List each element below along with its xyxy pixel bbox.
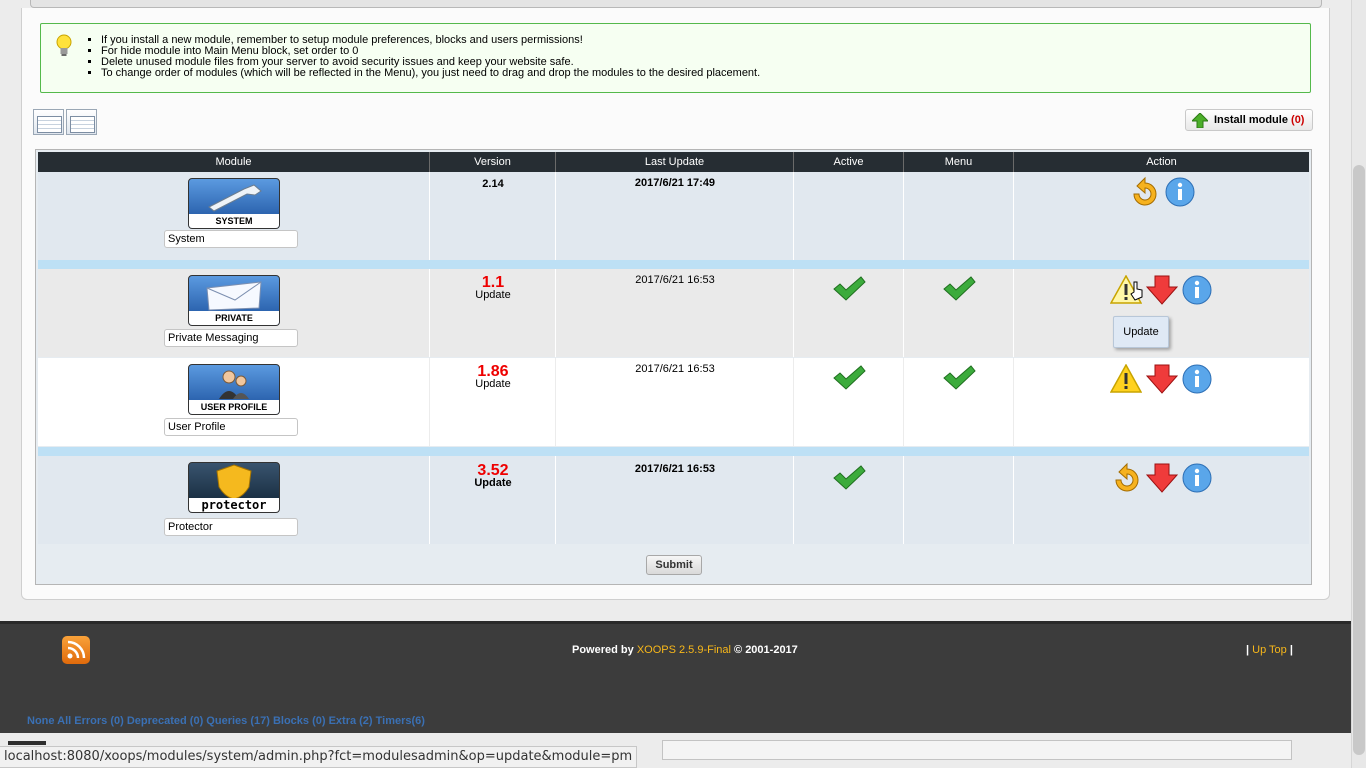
update-tooltip: Update (1113, 316, 1169, 348)
footer: Powered by XOOPS 2.5.9-Final © 2001-2017… (0, 621, 1351, 733)
tips-box: If you install a new module, remember to… (40, 23, 1311, 93)
header-last-update: Last Update (556, 152, 794, 172)
rss-glyph-icon (67, 640, 86, 659)
last-update-date: 2017/6/21 16:53 (635, 274, 715, 286)
wrench-icon (208, 184, 262, 212)
info-icon[interactable] (1181, 363, 1213, 395)
table-row-protector[interactable]: protector Protector 3.52 Update 2017/6/2… (38, 456, 1309, 544)
menu-check-icon[interactable] (942, 365, 976, 391)
shield-icon (216, 464, 252, 499)
scrollbar-thumb[interactable] (1353, 165, 1365, 755)
modules-table: Module Version Last Update Active Menu A… (35, 149, 1312, 585)
version-number: 1.1 (481, 274, 505, 291)
last-update-date: 2017/6/21 17:49 (634, 177, 716, 189)
header-module: Module (38, 152, 430, 172)
module-name-field[interactable]: Protector (164, 518, 298, 536)
uninstall-arrow-icon[interactable] (1146, 364, 1178, 394)
version-cell: 1.1 Update (430, 275, 556, 301)
warning-update-icon[interactable] (1110, 364, 1142, 394)
refresh-icon[interactable] (1110, 462, 1144, 494)
version-cell: 2.14 (430, 177, 556, 192)
header-action: Action (1146, 156, 1177, 168)
list-view-icon[interactable] (66, 109, 97, 135)
module-name-field[interactable]: User Profile (164, 418, 298, 436)
active-check-icon[interactable] (832, 465, 866, 491)
tips-list: If you install a new module, remember to… (41, 35, 760, 79)
mouse-pointer-icon (1130, 281, 1143, 301)
header-active: Active (794, 152, 904, 172)
user-icon (219, 370, 249, 399)
up-top-link[interactable]: Up Top (1252, 644, 1287, 656)
logo-label: USER PROFILE (189, 400, 279, 414)
version-cell: 3.52 Update (430, 463, 556, 489)
protector-module-logo[interactable]: protector (188, 462, 280, 513)
uptop-pipe-right: | (1289, 644, 1293, 656)
powered-by: Powered by XOOPS 2.5.9-Final © 2001-2017 (572, 644, 798, 656)
module-name-field[interactable]: System (164, 230, 298, 248)
header-version: Version (430, 152, 556, 172)
grid-view-icon[interactable] (33, 109, 64, 135)
powered-prefix: Powered by (572, 644, 634, 656)
rss-icon[interactable] (62, 636, 90, 664)
logo-label: SYSTEM (189, 214, 279, 228)
browser-status-url: localhost:8080/xoops/modules/system/admi… (0, 746, 638, 768)
top-toolbar-edge (30, 0, 1322, 8)
up-top: | Up Top | (1246, 644, 1293, 656)
menu-check-icon[interactable] (942, 276, 976, 302)
view-toggle-group (33, 109, 99, 138)
page-scrollbar[interactable] (1351, 0, 1366, 768)
user-profile-module-logo[interactable]: USER PROFILE (188, 364, 280, 415)
refresh-icon[interactable] (1128, 176, 1162, 208)
table-row-user-profile[interactable]: USER PROFILE User Profile 1.86 Update 20… (38, 358, 1309, 446)
install-module-button[interactable]: Install module (0) (1185, 109, 1313, 131)
uninstall-arrow-icon[interactable] (1146, 463, 1178, 493)
install-module-label: Install module (1214, 114, 1288, 126)
last-update-date: 2017/6/21 16:53 (634, 463, 716, 475)
table-row-system[interactable]: SYSTEM System 2.14 2017/6/21 17:49 (38, 172, 1309, 260)
envelope-icon (206, 281, 262, 311)
update-label: Update (474, 477, 512, 489)
header-menu: Menu (904, 152, 1014, 172)
table-header: Module Version Last Update Active Menu A… (38, 152, 1309, 172)
powered-suffix: © 2001-2017 (734, 644, 798, 656)
install-module-count: (0) (1291, 114, 1305, 126)
version-number: 2.14 (482, 178, 504, 190)
update-label: Update (475, 289, 511, 301)
debug-bar[interactable]: None All Errors (0) Deprecated (0) Queri… (27, 715, 425, 727)
module-name-field[interactable]: Private Messaging (164, 329, 298, 347)
debug-tab-handle[interactable] (8, 741, 46, 745)
uninstall-arrow-icon[interactable] (1146, 275, 1178, 305)
xoops-link[interactable]: XOOPS 2.5.9-Final (637, 644, 731, 656)
submit-button[interactable]: Submit (646, 555, 702, 575)
active-check-icon[interactable] (832, 365, 866, 391)
upload-arrow-icon (1192, 113, 1208, 128)
version-number: 1.86 (477, 363, 509, 380)
update-label: Update (475, 378, 511, 390)
debug-output-field (662, 740, 1292, 760)
row-separator (38, 260, 1309, 269)
logo-label: PRIVATE MESSAGES (189, 311, 279, 325)
version-number: 3.52 (477, 462, 509, 479)
uptop-pipe-left: | (1246, 644, 1250, 656)
info-icon[interactable] (1164, 176, 1196, 208)
version-cell: 1.86 Update (430, 364, 556, 390)
info-icon[interactable] (1181, 462, 1213, 494)
active-check-icon[interactable] (832, 276, 866, 302)
last-update-date: 2017/6/21 16:53 (635, 363, 715, 375)
row-separator (38, 447, 1309, 456)
private-messages-module-logo[interactable]: PRIVATE MESSAGES (188, 275, 280, 326)
tip-item: To change order of modules (which will b… (101, 68, 760, 79)
logo-label: protector (189, 498, 279, 512)
system-module-logo[interactable]: SYSTEM (188, 178, 280, 229)
info-icon[interactable] (1181, 274, 1213, 306)
